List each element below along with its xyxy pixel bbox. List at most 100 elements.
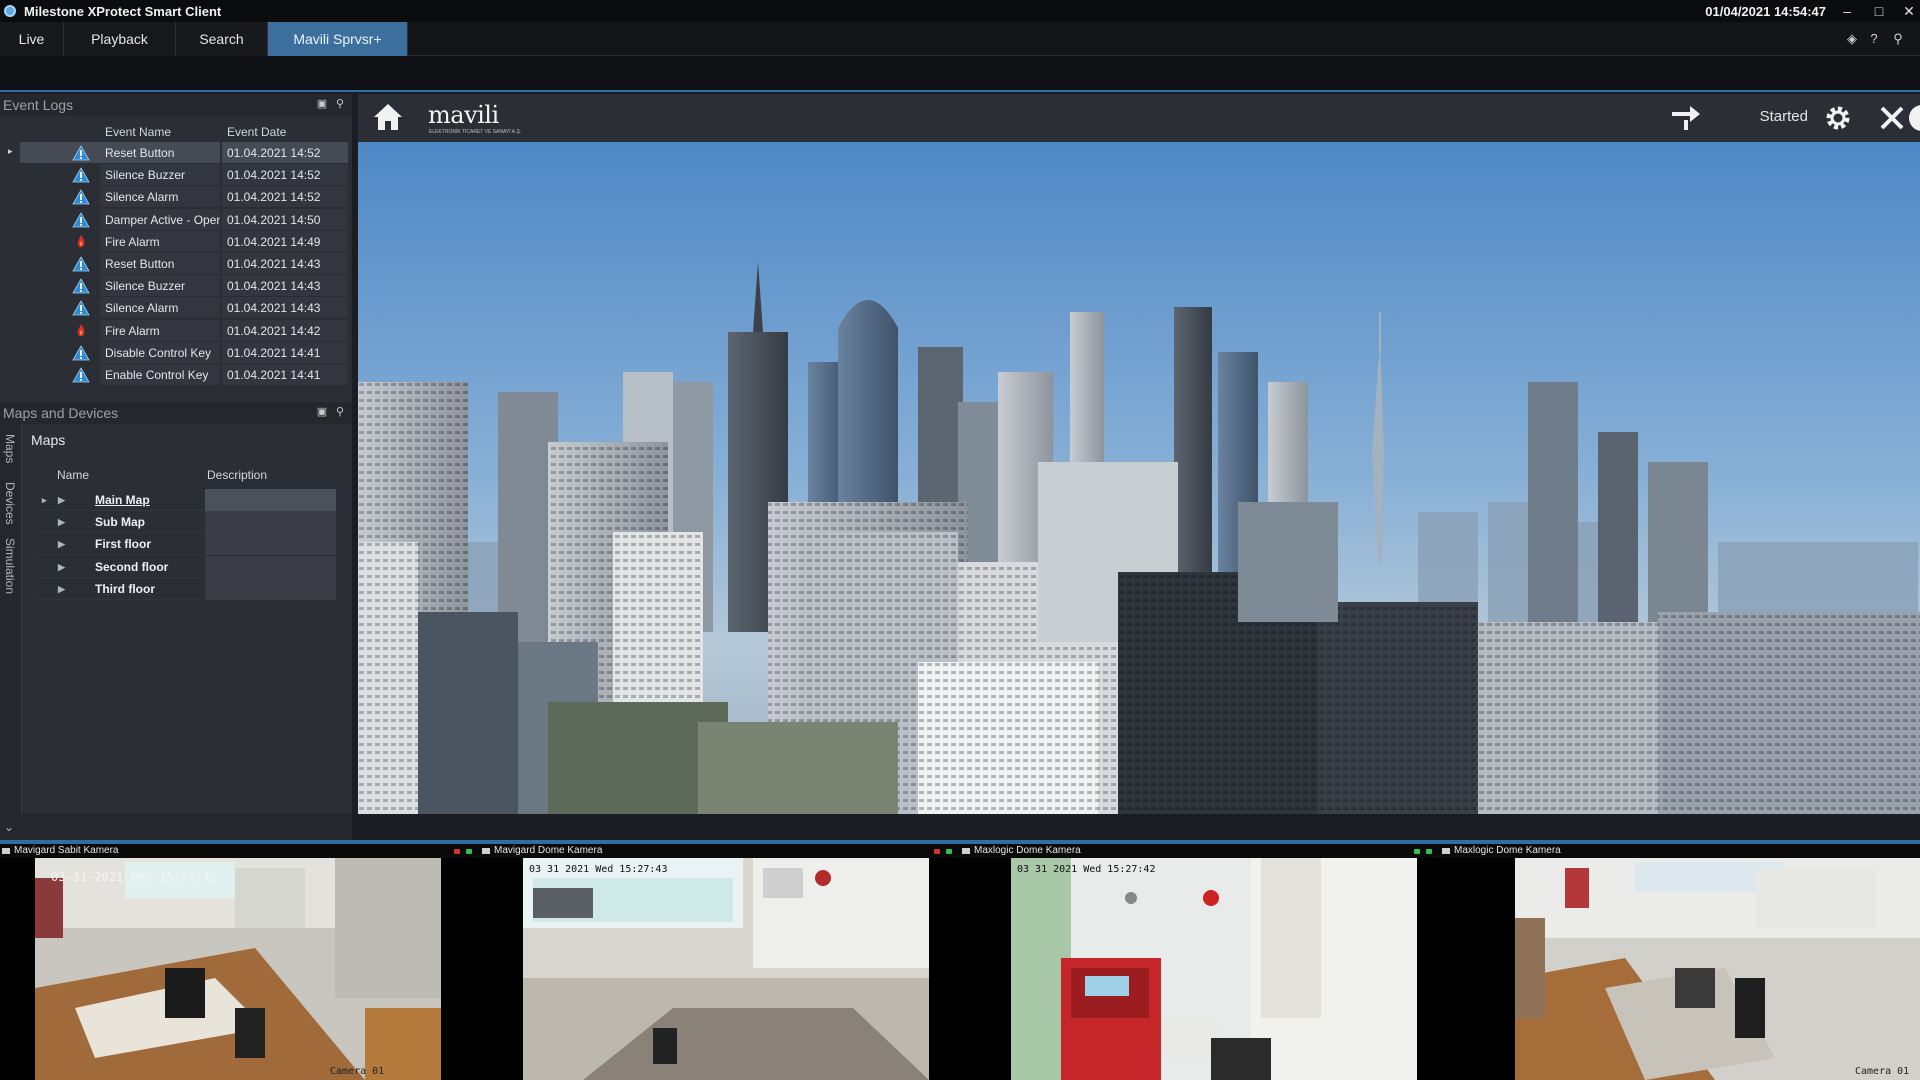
maximize-icon[interactable]: □ [1868, 2, 1890, 20]
close-window-icon[interactable]: ✕ [1898, 2, 1920, 20]
vtab-simulation[interactable]: Simulation [3, 538, 17, 594]
camera-feed[interactable]: 03 31 2021 Wed 15:27:43 [523, 858, 929, 1080]
event-row[interactable]: Fire Alarm 01.04.2021 14:49 [0, 230, 352, 253]
event-name: Damper Active - Open [100, 208, 220, 231]
camera-timestamp: 03-31-2021 Wed 15:27:42 [51, 870, 218, 884]
event-type-cell [20, 253, 100, 275]
network-icon[interactable]: ◈ [1844, 31, 1860, 47]
map-row[interactable]: ▶ Third floor [38, 577, 336, 600]
chevron-down-icon[interactable]: ⌄ [4, 820, 14, 834]
maximize-panel-icon[interactable]: ▣ [316, 98, 328, 110]
map-row[interactable]: ▸ ▶ Main Map [38, 489, 336, 511]
event-logs-title: Event Logs [3, 97, 74, 113]
camera-title: Mavigard Dome Kamera [494, 845, 603, 856]
event-row[interactable]: Enable Control Key 01.04.2021 14:41 [0, 364, 352, 386]
camera-feed[interactable]: 03 31 2021 Wed 15:27:42 [1011, 858, 1417, 1080]
event-row[interactable]: Silence Alarm 01.04.2021 14:52 [0, 186, 352, 209]
camera-feed[interactable]: Camera 01 [1515, 858, 1920, 1080]
expand-arrow-icon[interactable]: ▶ [58, 562, 65, 573]
info-icon[interactable] [1908, 104, 1920, 132]
toolbar [0, 56, 1920, 92]
tab-playback[interactable]: Playback [64, 22, 176, 56]
row-indicator-icon: ▸ [8, 146, 13, 156]
column-name[interactable]: Name [57, 468, 89, 482]
event-type-cell: ▸ [8, 142, 100, 164]
pin-icon[interactable]: ⚲ [1890, 31, 1906, 47]
tab-bar: Live Playback Search Mavili Sprvsr+ ◈ ? … [0, 22, 1920, 56]
map-name[interactable]: Third floor [95, 582, 155, 596]
warning-icon [72, 367, 90, 383]
live-indicator-icon [1414, 849, 1420, 854]
maps-devices-title: Maps and Devices [3, 405, 119, 421]
home-icon[interactable] [372, 102, 404, 132]
event-type-cell [20, 297, 100, 320]
gear-icon[interactable] [1824, 104, 1852, 132]
event-type-cell [20, 320, 100, 342]
recording-indicator-icon [934, 849, 940, 854]
expand-arrow-icon[interactable]: ▶ [58, 539, 65, 550]
event-row[interactable]: Disable Control Key 01.04.2021 14:41 [0, 341, 352, 364]
column-event-name[interactable]: Event Name [105, 125, 171, 139]
pin-panel-icon[interactable]: ⚲ [334, 406, 346, 418]
vtab-maps[interactable]: Maps [3, 434, 17, 463]
app-logo-icon [4, 5, 16, 17]
event-date: 01.04.2021 14:50 [222, 208, 348, 231]
tab-mavili-sprvsr[interactable]: Mavili Sprvsr+ [268, 22, 408, 56]
minimize-icon[interactable]: – [1836, 2, 1858, 20]
column-event-date[interactable]: Event Date [227, 125, 286, 139]
map-name[interactable]: Main Map [95, 493, 150, 507]
map-row[interactable]: ▶ Second floor [38, 555, 336, 578]
map-name[interactable]: Second floor [95, 560, 168, 574]
maps-title: Maps [31, 432, 66, 448]
pin-panel-icon[interactable]: ⚲ [334, 98, 346, 110]
left-panel: Event Logs ▣ ⚲ Event Name Event Date ▸ Re… [0, 94, 352, 814]
vtab-devices[interactable]: Devices [3, 482, 17, 525]
tab-search[interactable]: Search [176, 22, 268, 56]
map-name[interactable]: Sub Map [95, 515, 145, 529]
expand-arrow-icon[interactable]: ▶ [58, 495, 65, 506]
camera-timestamp: 03 31 2021 Wed 15:27:43 [529, 864, 668, 875]
help-icon[interactable]: ? [1866, 31, 1882, 47]
map-row[interactable]: ▶ Sub Map [38, 511, 336, 534]
fire-alarm-icon [77, 323, 85, 336]
column-description[interactable]: Description [207, 468, 267, 482]
event-date: 01.04.2021 14:41 [222, 364, 348, 386]
main-camera-view[interactable] [358, 142, 1920, 814]
event-row[interactable]: Silence Alarm 01.04.2021 14:43 [0, 297, 352, 320]
camera-1-image [35, 858, 441, 1080]
camera-tile[interactable]: Maxlogic Dome Kamera 03 31 2021 Wed 15:2… [934, 844, 1440, 1080]
expand-arrow-icon[interactable]: ▶ [58, 517, 65, 528]
camera-icon [482, 848, 490, 854]
maximize-panel-icon[interactable]: ▣ [316, 406, 328, 418]
event-row[interactable]: Fire Alarm 01.04.2021 14:42 [0, 319, 352, 342]
tab-live[interactable]: Live [0, 22, 64, 56]
event-date: 01.04.2021 14:41 [222, 341, 348, 364]
event-row[interactable]: Silence Buzzer 01.04.2021 14:52 [0, 164, 352, 187]
event-date: 01.04.2021 14:43 [222, 297, 348, 320]
event-name: Reset Button [100, 142, 220, 164]
camera-feed[interactable]: 03-31-2021 Wed 15:27:42 Camera 01 [35, 858, 441, 1080]
city-skyline-image [358, 142, 1920, 814]
row-indicator-icon: ▸ [42, 495, 47, 505]
map-name[interactable]: First floor [95, 537, 151, 551]
camera-tile[interactable]: Mavigard Sabit Kamera 03-31-2021 Wed 15:… [0, 844, 480, 1080]
map-row[interactable]: ▶ First floor [38, 533, 336, 556]
event-date: 01.04.2021 14:52 [222, 186, 348, 209]
event-row[interactable]: ▸ Reset Button 01.04.2021 14:52 [0, 142, 352, 164]
live-indicator-icon [1426, 849, 1432, 854]
camera-tile[interactable]: Maxlogic Dome Kamera Camera 01 [1414, 844, 1920, 1080]
brand-subtitle: ELEKTRONİK TİCARET VE SANAYİ A.Ş. [429, 129, 522, 135]
event-row[interactable]: Silence Buzzer 01.04.2021 14:43 [0, 275, 352, 298]
map-description [205, 489, 336, 511]
expand-arrow-icon[interactable]: ▶ [58, 584, 65, 595]
collapse-bar[interactable]: ⌄ [0, 814, 352, 840]
title-bar: Milestone XProtect Smart Client 01/04/20… [0, 0, 1920, 22]
close-icon[interactable] [1878, 104, 1906, 132]
camera-tile[interactable]: Mavigard Dome Kamera 03 31 2021 Wed 15:2… [454, 844, 960, 1080]
exchange-icon[interactable] [1670, 102, 1704, 134]
event-row[interactable]: Reset Button 01.04.2021 14:43 [0, 253, 352, 275]
warning-icon [72, 256, 90, 272]
live-indicator-icon [466, 849, 472, 854]
camera-icon [2, 848, 10, 854]
event-row[interactable]: Damper Active - Open 01.04.2021 14:50 [0, 208, 352, 231]
